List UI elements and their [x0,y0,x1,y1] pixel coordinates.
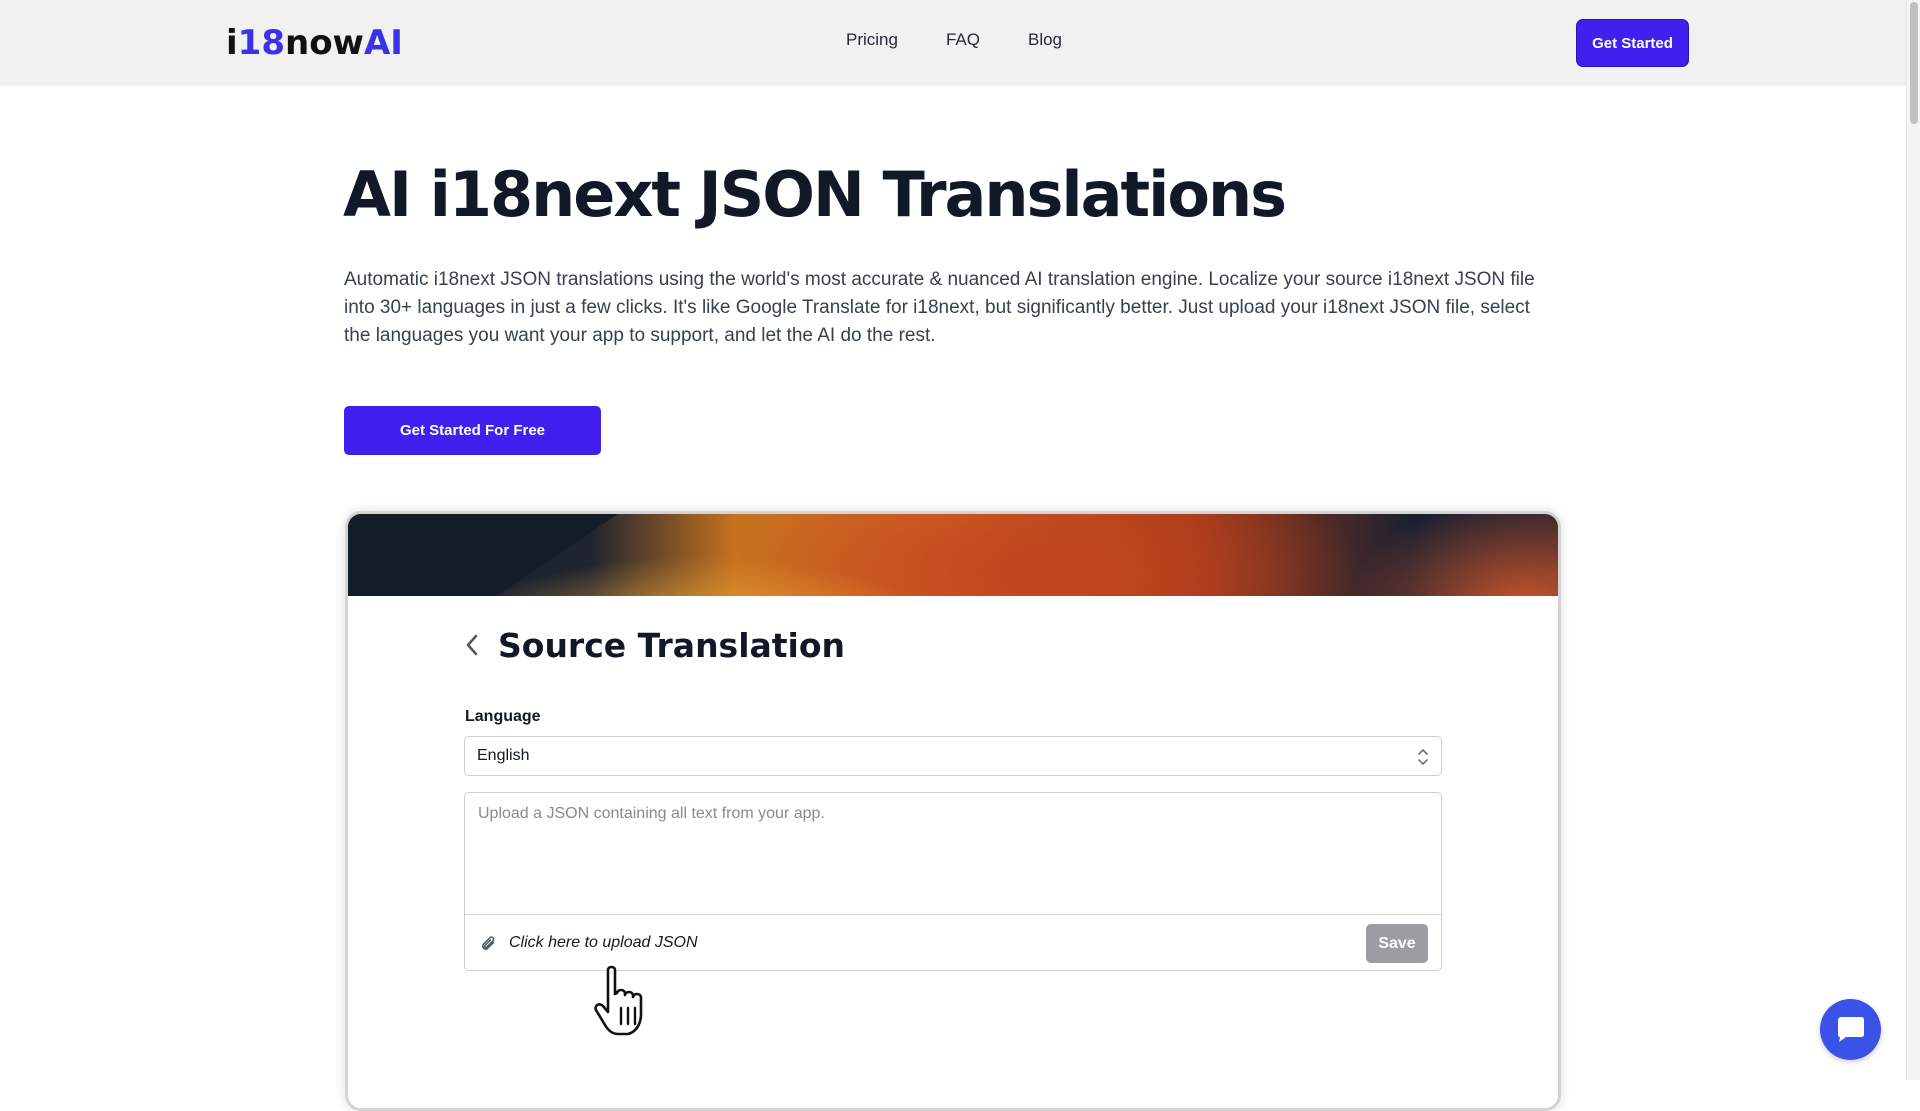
hand-pointer-icon [594,965,643,1036]
demo-screenshot-frame: Source Translation Language English Clic… [345,511,1561,1111]
banner-dark-shape [348,514,618,596]
upload-footer: Click here to upload JSON Save [465,914,1441,971]
logo-part-now: now [284,23,364,63]
json-textarea[interactable] [465,793,1441,914]
logo-part-ai: AI [363,23,403,63]
scrollbar-thumb[interactable] [1910,2,1918,124]
chat-button[interactable] [1820,999,1881,1060]
nav-faq[interactable]: FAQ [946,30,980,50]
nav-blog[interactable]: Blog [1028,30,1062,50]
nav-pricing[interactable]: Pricing [846,30,898,50]
page-scrollbar[interactable] [1906,0,1920,1080]
hero-description: Automatic i18next JSON translations usin… [344,269,1535,346]
get-started-free-button[interactable]: Get Started For Free [344,406,601,455]
language-label: Language [465,708,541,725]
logo-part-i: i [226,23,238,63]
source-translation-panel: Source Translation Language English Clic… [348,596,1558,1108]
main-nav: Pricing FAQ Blog [846,30,1062,50]
chevron-up-down-icon [1418,749,1428,765]
language-select[interactable]: English [464,736,1442,776]
page-title: AI i18next JSON Translations [343,158,1287,231]
chat-bubble-icon [1838,1017,1864,1042]
site-header: i18nowAI Pricing FAQ Blog Get Started [0,0,1906,86]
gradient-banner [348,514,1558,596]
json-upload-box: Click here to upload JSON Save [464,792,1442,971]
language-select-value: English [477,747,530,764]
chevron-left-icon[interactable] [464,632,480,658]
paperclip-icon [481,936,495,950]
get-started-button[interactable]: Get Started [1576,19,1689,67]
source-translation-title: Source Translation [498,626,846,665]
logo-part-18: 18 [237,23,285,63]
save-button[interactable]: Save [1366,924,1428,963]
logo[interactable]: i18nowAI [226,22,403,64]
upload-json-link[interactable]: Click here to upload JSON [509,934,698,952]
